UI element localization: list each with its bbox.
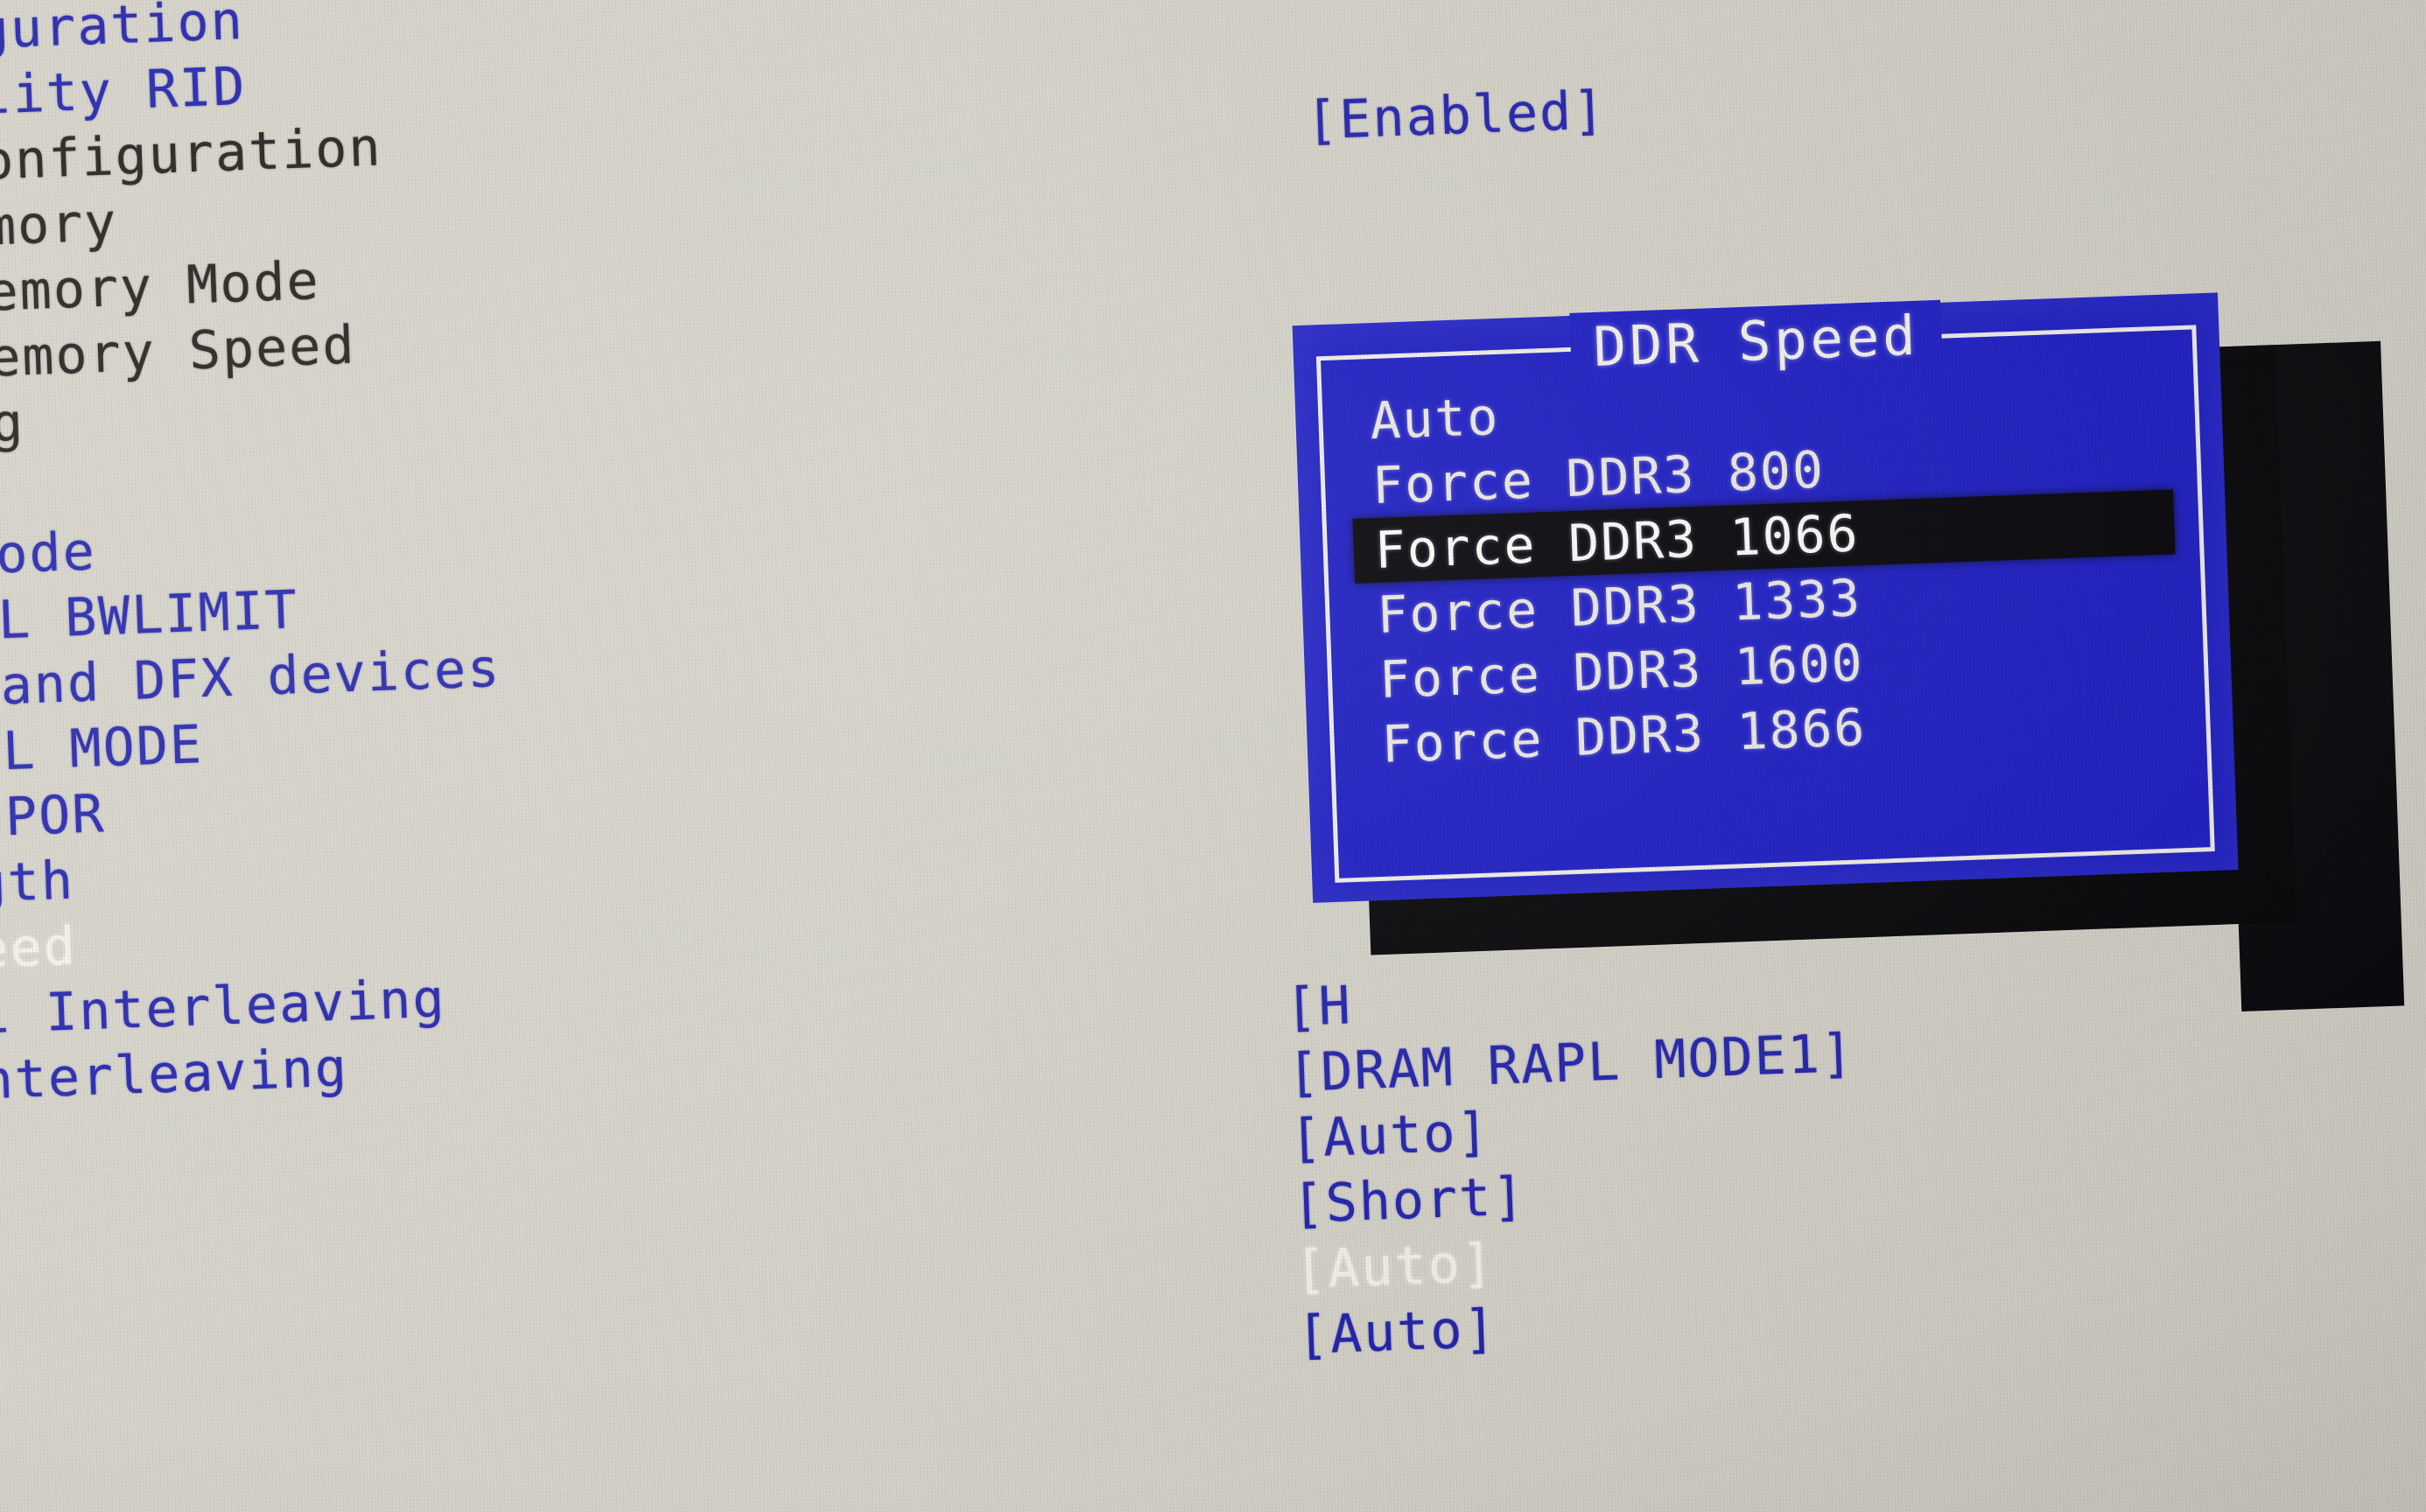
setting-value-enabled[interactable]: [Enabled] (1305, 78, 1608, 154)
dialog-option-list: Auto Force DDR3 800 Force DDR3 1066 Force D… (1352, 360, 2182, 777)
settings-label-column: figuration bility RID Configuration Memory… (0, 0, 1086, 1116)
setting-value-text: [Enabled] (1305, 80, 1608, 152)
dialog-border-frame: DDR Speed Auto Force DDR3 800 Force DDR3 1… (1315, 299, 2215, 883)
ddr-speed-dialog[interactable]: DDR Speed Auto Force DDR3 800 Force DDR3 1… (1292, 292, 2296, 956)
bios-setup-screen: figuration bility RID Configuration Memory… (0, 0, 2426, 1512)
dialog-body: DDR Speed Auto Force DDR3 800 Force DDR3 1… (1292, 292, 2239, 903)
settings-value-column: [H [DRAM RAPL MODE1] [Auto] [Short] [Auto] [A… (1284, 943, 2216, 1369)
monitor-photo: figuration bility RID Configuration Memory… (0, 0, 2426, 1512)
